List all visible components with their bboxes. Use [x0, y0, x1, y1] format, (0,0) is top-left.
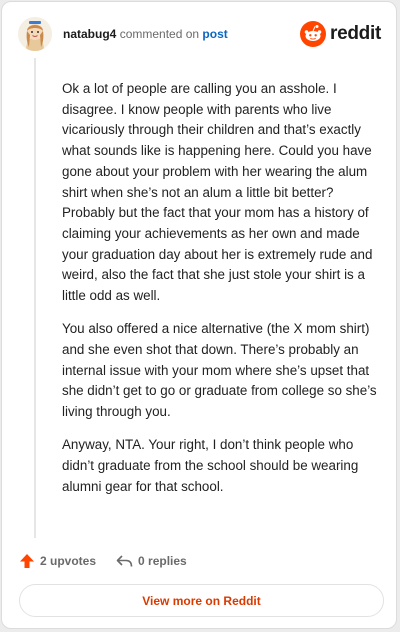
comment-attribution: natabug4 commented on post: [63, 27, 228, 41]
avatar[interactable]: [18, 17, 52, 51]
upvote-button[interactable]: 2 upvotes: [19, 553, 96, 569]
comment-embed-card: natabug4 commented on post reddit Ok a l…: [1, 1, 397, 629]
reddit-wordmark: reddit: [330, 23, 381, 44]
reddit-snoo-icon: [300, 21, 327, 47]
reply-arrow-icon: [116, 554, 133, 567]
comment-paragraph: You also offered a nice alternative (the…: [62, 321, 377, 420]
replies-button[interactable]: 0 replies: [116, 554, 187, 569]
comment-body: Ok a lot of people are calling you an as…: [62, 79, 380, 510]
upvote-arrow-icon: [20, 554, 34, 568]
view-more-button[interactable]: View more on Reddit: [19, 584, 384, 617]
post-link[interactable]: post: [202, 27, 227, 41]
comment-paragraph: Ok a lot of people are calling you an as…: [62, 81, 373, 304]
avatar-illustration: [18, 17, 52, 51]
username[interactable]: natabug4: [63, 27, 116, 41]
comment-actions: 2 upvotes 0 replies: [19, 551, 187, 571]
upvote-count: 2 upvotes: [40, 554, 97, 568]
comment-paragraph: Anyway, NTA. Your right, I don’t think p…: [62, 437, 359, 494]
reddit-logo[interactable]: reddit: [300, 21, 381, 47]
view-more-label: View more on Reddit: [142, 593, 261, 608]
thread-line: [34, 58, 36, 538]
attribution-verb: commented on: [119, 27, 200, 41]
replies-count: 0 replies: [138, 554, 187, 568]
